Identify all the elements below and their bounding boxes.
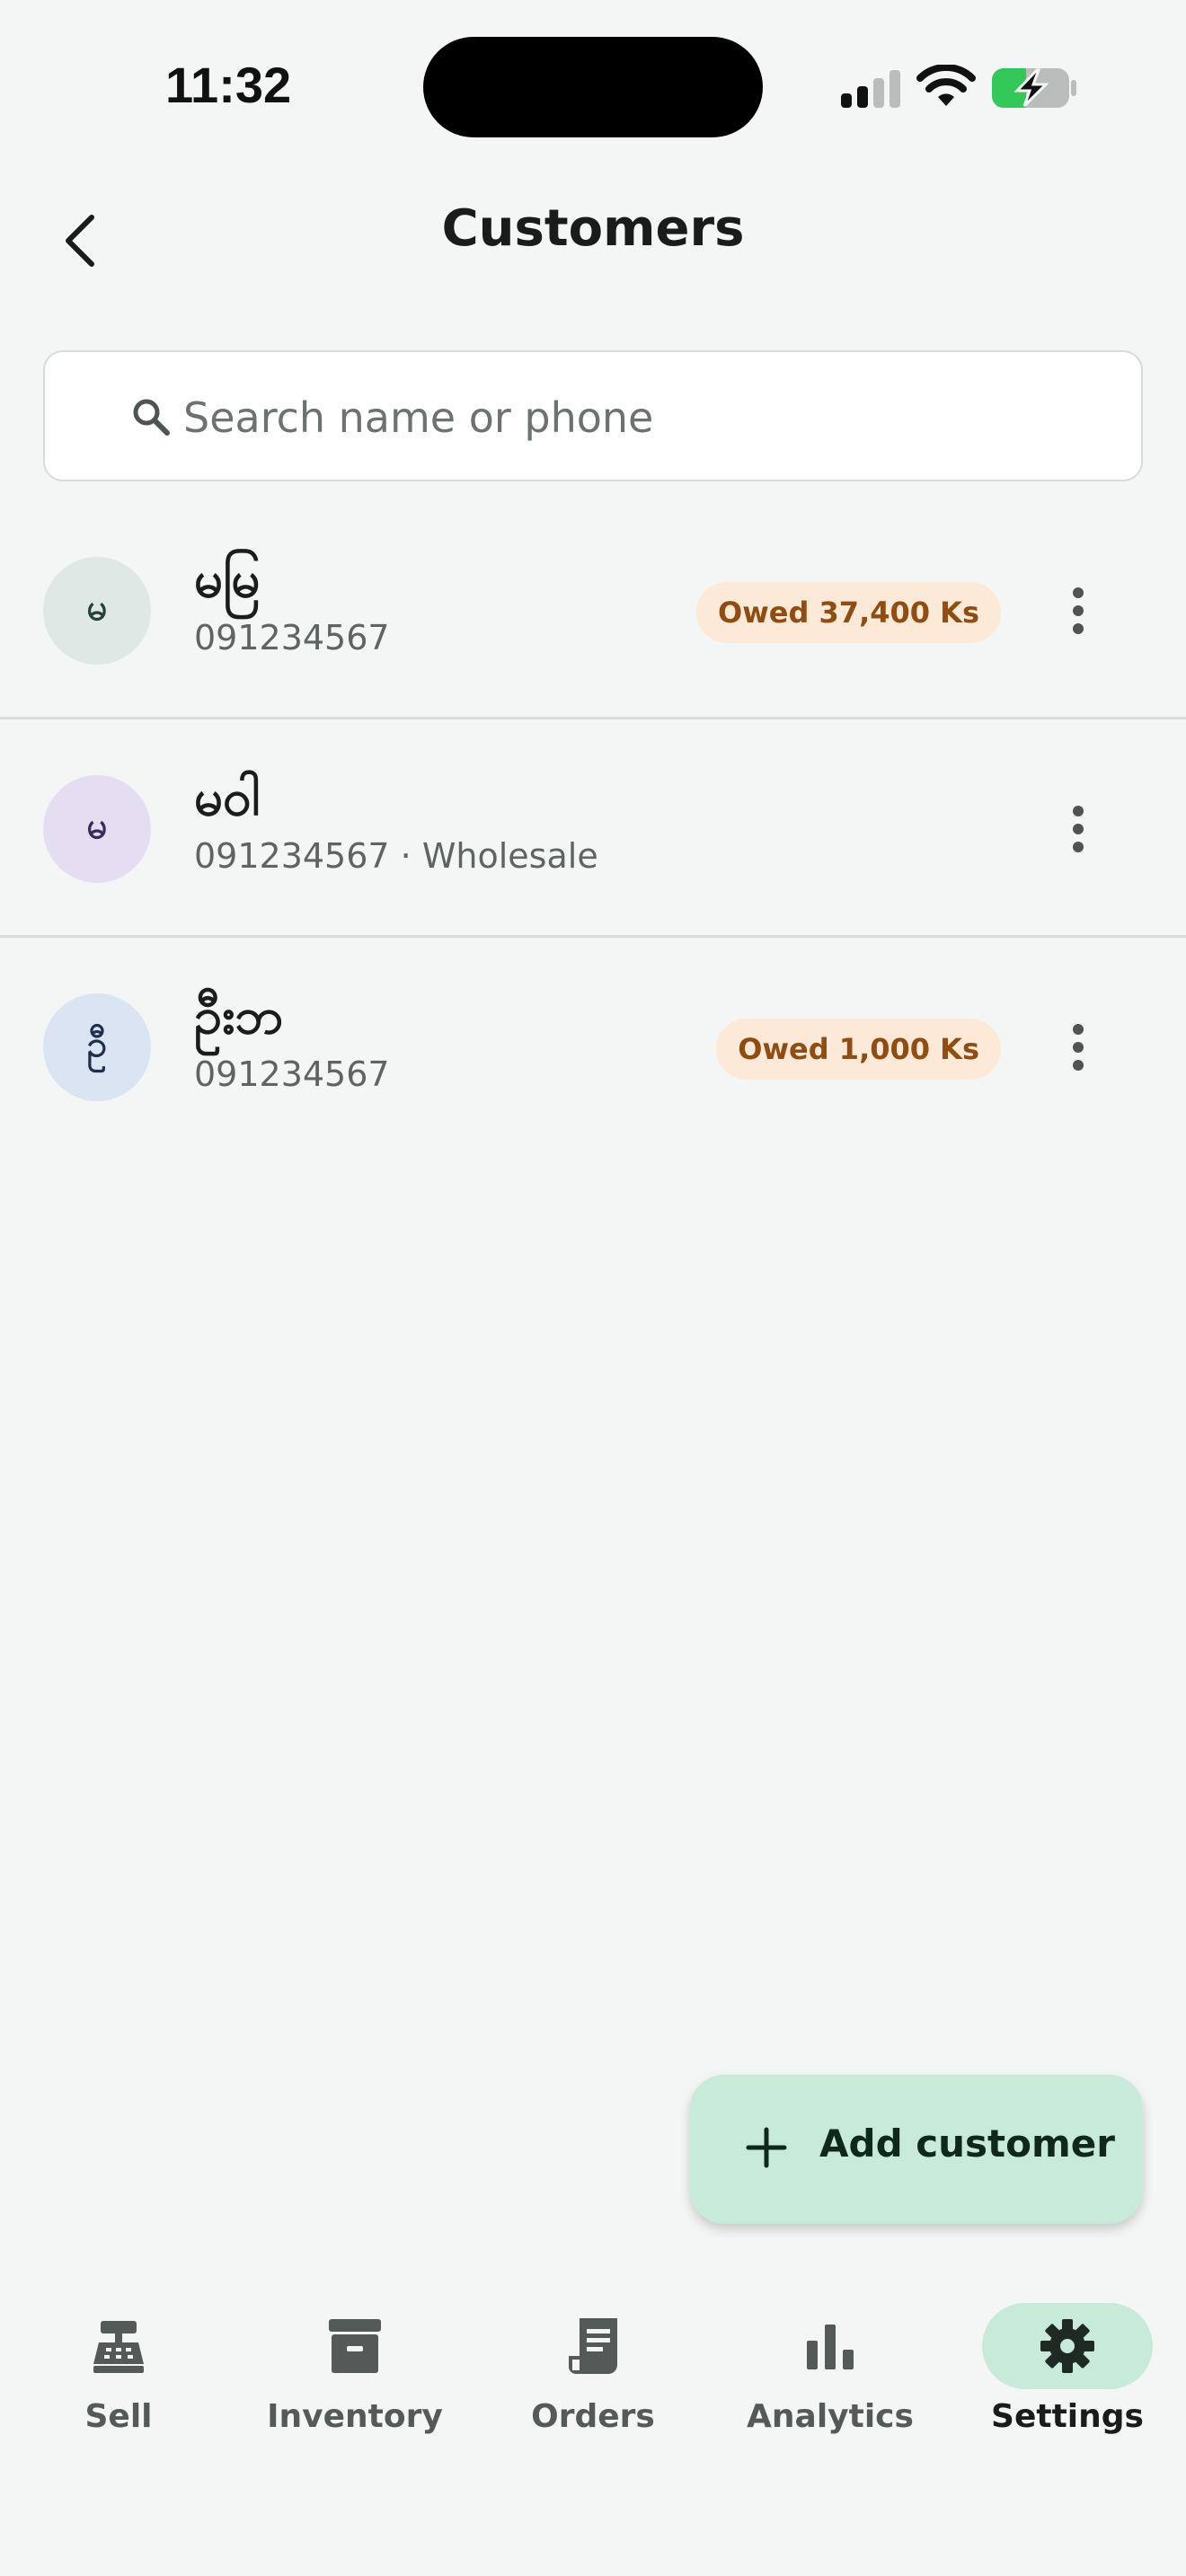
wifi-icon [916,65,976,106]
avatar-initial: ဦ [86,1023,108,1065]
customer-subtitle: 091234567 [194,1054,390,1094]
archive-box-icon [329,2319,381,2373]
nav-label: Settings [991,2398,1144,2435]
customer-name: မမြ [194,551,261,609]
nav-label: Sell [84,2398,153,2435]
owed-badge: Owed 1,000 Ks [716,1019,1001,1080]
customer-name: ဦးဘ [194,987,284,1045]
customer-list: မ မမြ 091234567 Owed 37,400 Ks မ မဝါ 091… [0,501,1186,1156]
nav-label: Analytics [747,2398,914,2435]
nav-label: Inventory [267,2398,443,2435]
customer-row[interactable]: မ မမြ 091234567 Owed 37,400 Ks [0,501,1186,719]
receipt-icon [569,2318,617,2374]
nav-item-orders[interactable]: Orders [494,2281,692,2461]
nav-item-analytics[interactable]: Analytics [731,2281,929,2461]
owed-badge: Owed 37,400 Ks [696,582,1001,643]
avatar: ဦ [43,993,151,1101]
customer-subtitle: 091234567 [194,618,390,657]
dynamic-island [423,37,763,137]
plus-icon [746,2127,787,2168]
customers-screen: 11:32 Customers Search name or phone မ မ… [0,0,1186,2576]
status-bar: 11:32 [0,0,1186,171]
nav-icon-container [33,2303,204,2389]
bottom-navigation: Sell Inventory Orders Analytics Settings [0,2281,1186,2576]
customer-row[interactable]: ဦ ဦးဘ 091234567 Owed 1,000 Ks [0,938,1186,1156]
more-vertical-icon [1073,587,1084,634]
more-options-button[interactable] [1049,793,1107,865]
battery-charging-icon [992,68,1076,108]
nav-item-inventory[interactable]: Inventory [256,2281,454,2461]
more-options-button[interactable] [1049,575,1107,647]
avatar-initial: မ [86,805,108,847]
nav-icon-container [508,2303,678,2389]
status-time: 11:32 [165,57,292,113]
bar-chart-icon [807,2325,854,2369]
add-customer-label: Add customer [819,2122,1115,2166]
nav-icon-container [270,2303,440,2389]
customer-row[interactable]: မ မဝါ 091234567 · Wholesale [0,719,1186,938]
avatar: မ [43,557,151,665]
nav-item-sell[interactable]: Sell [20,2281,217,2461]
more-options-button[interactable] [1049,1011,1107,1083]
more-vertical-icon [1073,1024,1084,1071]
nav-icon-container [982,2303,1153,2389]
signal-icon [841,70,900,108]
more-vertical-icon [1073,806,1084,852]
search-field[interactable] [43,350,1143,481]
nav-item-settings[interactable]: Settings [969,2281,1166,2461]
nav-icon-container [745,2303,916,2389]
page-title: Customers [441,199,745,258]
search-icon [133,399,170,436]
customer-subtitle: 091234567 · Wholesale [194,836,598,876]
add-customer-button[interactable]: Add customer [690,2075,1143,2224]
search-input[interactable] [183,379,1118,456]
avatar: မ [43,775,151,883]
nav-label: Orders [531,2398,655,2435]
avatar-initial: မ [86,587,108,629]
cash-register-icon [93,2321,144,2373]
gear-icon [1040,2319,1094,2373]
customer-name: မဝါ [194,769,261,827]
